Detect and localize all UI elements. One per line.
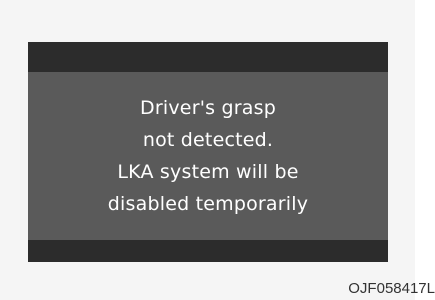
message-line-3: LKA system will be [117, 161, 299, 183]
figure-frame: Driver's grasp not detected. LKA system … [0, 0, 415, 300]
cluster-display: Driver's grasp not detected. LKA system … [28, 42, 388, 262]
lka-warning-message: Driver's grasp not detected. LKA system … [28, 72, 388, 240]
message-line-1: Driver's grasp [140, 97, 276, 119]
display-top-bar [28, 42, 388, 72]
message-line-4: disabled temporarily [107, 193, 309, 215]
display-bottom-bar [28, 240, 388, 262]
figure-code: OJF058417L [348, 280, 435, 297]
message-line-2: not detected. [142, 129, 274, 151]
